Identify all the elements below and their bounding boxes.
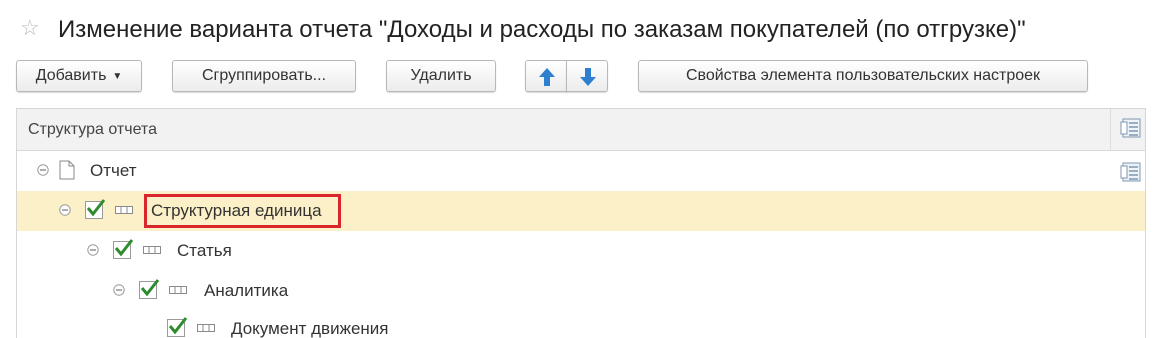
grouping-icon (197, 324, 215, 332)
group-button-label: Сгруппировать... (201, 67, 327, 84)
collapse-icon[interactable] (113, 284, 125, 296)
tree-row-report[interactable]: Отчет (17, 151, 1145, 191)
checkmark-icon (114, 239, 134, 257)
tree-row-movement-document[interactable]: Документ движения (17, 309, 1145, 338)
collapse-icon[interactable] (87, 244, 99, 256)
columns-settings-icon[interactable] (1120, 161, 1142, 183)
checkmark-icon (168, 317, 188, 335)
tree-header: Структура отчета (17, 109, 1145, 151)
column-separator (1110, 109, 1111, 151)
group-button[interactable]: Сгруппировать... (172, 60, 356, 92)
tree-row-label: Аналитика (204, 281, 289, 300)
element-properties-button[interactable]: Свойства элемента пользовательских настр… (638, 60, 1088, 92)
document-icon (59, 160, 75, 180)
title-bar: ☆ Изменение варианта отчета "Доходы и ра… (0, 0, 1153, 56)
add-button[interactable]: Добавить ▼ (16, 60, 142, 92)
page-title: Изменение варианта отчета "Доходы и расх… (58, 16, 1026, 43)
tree-row-label: Отчет (90, 161, 137, 180)
structural-unit-checkbox[interactable] (85, 199, 106, 219)
arrow-up-icon (539, 68, 555, 86)
tree-row-article[interactable]: Статья (17, 231, 1145, 271)
grouping-icon (169, 286, 187, 294)
movement-document-checkbox[interactable] (167, 317, 188, 337)
move-up-button[interactable] (525, 60, 567, 92)
move-down-button[interactable] (566, 60, 608, 92)
article-checkbox[interactable] (113, 239, 134, 259)
add-button-label: Добавить (35, 67, 107, 84)
tree-header-label: Структура отчета (28, 121, 157, 138)
tree-row-structural-unit[interactable]: Структурная единица (17, 191, 1145, 231)
report-structure-tree: Структура отчета Отчет Структурная едини… (16, 108, 1146, 338)
element-properties-label: Свойства элемента пользовательских настр… (685, 67, 1041, 84)
tree-row-analytics[interactable]: Аналитика (17, 271, 1145, 311)
collapse-icon[interactable] (59, 204, 71, 216)
arrow-down-icon (580, 68, 596, 86)
dropdown-caret-icon: ▼ (112, 71, 123, 82)
toolbar: Добавить ▼ Сгруппировать... Удалить Свойс… (0, 60, 1153, 94)
delete-button[interactable]: Удалить (386, 60, 496, 92)
grouping-icon (115, 206, 133, 214)
grouping-icon (143, 246, 161, 254)
tree-row-label: Документ движения (231, 319, 389, 338)
star-outline-icon[interactable]: ☆ (20, 14, 40, 42)
highlight-frame (144, 194, 341, 228)
analytics-checkbox[interactable] (139, 279, 160, 299)
columns-settings-icon[interactable] (1120, 117, 1142, 139)
collapse-icon[interactable] (37, 164, 49, 176)
tree-row-label: Статья (177, 241, 232, 260)
checkmark-icon (140, 279, 160, 297)
delete-button-label: Удалить (410, 67, 472, 84)
checkmark-icon (86, 199, 106, 217)
